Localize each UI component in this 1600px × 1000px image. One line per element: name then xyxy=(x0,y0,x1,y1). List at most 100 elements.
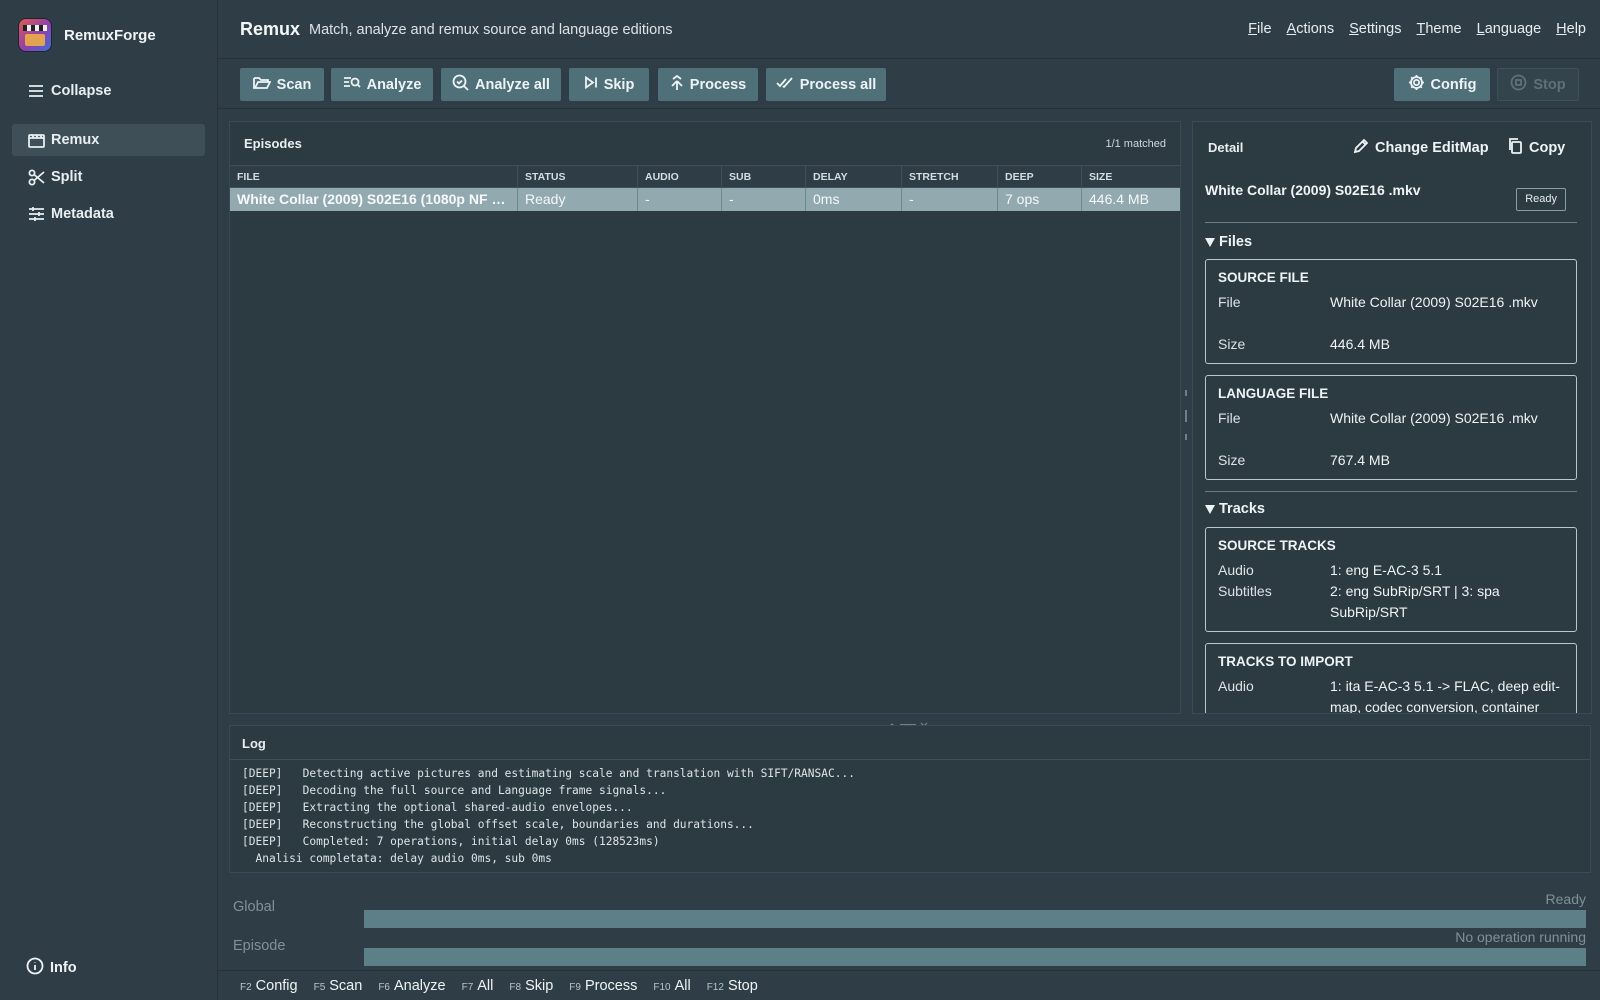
detail-title: Detail xyxy=(1208,140,1244,155)
source-audio-label: Audio xyxy=(1218,562,1254,578)
brand-name: RemuxForge xyxy=(64,26,156,44)
log-line: [DEEP] Decoding the full source and Lang… xyxy=(242,784,667,797)
copy-button[interactable]: Copy xyxy=(1508,138,1565,158)
source-file-label: File xyxy=(1218,294,1241,310)
divider xyxy=(1205,491,1577,492)
process-button[interactable]: Process xyxy=(658,68,758,101)
shortcut-label: Skip xyxy=(525,977,554,994)
shortcut-process[interactable]: F9 Process xyxy=(569,978,637,994)
source-file-value: White Collar (2009) S02E16 .mkv xyxy=(1330,294,1538,310)
shortcut-key: F8 xyxy=(509,981,522,993)
shortcut-analyze[interactable]: F6 Analyze xyxy=(378,978,445,994)
menu-theme[interactable]: Theme xyxy=(1416,21,1461,37)
pencil-icon xyxy=(1353,138,1369,158)
tracks-import-heading: TRACKS TO IMPORT xyxy=(1218,654,1353,669)
shortcut-skip[interactable]: F8 Skip xyxy=(509,978,553,994)
tracks-to-import-card: TRACKS TO IMPORT Audio 1: ita E-AC-3 5.1… xyxy=(1205,643,1577,713)
menu-actions[interactable]: Actions xyxy=(1287,21,1335,37)
shortcut-label: Process xyxy=(584,977,638,994)
sidebar-item-label: Metadata xyxy=(51,206,114,222)
matched-count: 1/1 matched xyxy=(1105,138,1166,150)
analyze-button[interactable]: Analyze xyxy=(331,68,433,101)
shortcut-analyze-all[interactable]: F7 All xyxy=(462,978,494,994)
column-audio[interactable]: AUDIO xyxy=(638,166,722,187)
process-all-label: Process all xyxy=(799,76,877,93)
shortcut-label: Analyze xyxy=(394,977,446,994)
cell-stretch: - xyxy=(902,188,998,211)
process-all-button[interactable]: Process all xyxy=(766,68,886,101)
shortcut-key: F6 xyxy=(378,981,390,993)
analyze-all-button[interactable]: Analyze all xyxy=(441,68,561,101)
files-section-toggle[interactable]: Files xyxy=(1205,234,1252,250)
cell-audio: - xyxy=(638,188,722,211)
log-line: [DEEP] Completed: 7 operations, initial … xyxy=(242,835,660,848)
scan-button[interactable]: Scan xyxy=(240,68,324,101)
triangle-down-icon xyxy=(1205,504,1215,514)
column-sub[interactable]: SUB xyxy=(722,166,806,187)
info-label: Info xyxy=(50,960,77,976)
column-file[interactable]: FILE xyxy=(230,166,518,187)
episode-progress-fill xyxy=(364,948,1586,966)
analyze-all-label: Analyze all xyxy=(475,76,550,93)
sidebar-item-label: Split xyxy=(51,169,83,185)
info-button[interactable]: Info xyxy=(26,957,77,979)
shortcut-stop[interactable]: F12 Stop xyxy=(707,978,758,994)
horizontal-splitter-handle[interactable] xyxy=(885,716,931,728)
column-size[interactable]: SIZE xyxy=(1082,166,1180,187)
shortcut-key: F7 xyxy=(461,981,474,993)
vertical-splitter-handle[interactable] xyxy=(1183,390,1189,440)
tracks-section-toggle[interactable]: Tracks xyxy=(1205,501,1265,517)
sidebar-item-remux[interactable]: Remux xyxy=(12,124,205,156)
skip-button[interactable]: Skip xyxy=(569,68,649,101)
shortcut-config[interactable]: F2 Config xyxy=(240,978,298,994)
cell-sub: - xyxy=(722,188,806,211)
sidebar-item-split[interactable]: Split xyxy=(12,161,205,193)
menu-file[interactable]: File xyxy=(1248,21,1271,37)
shortcut-key: F12 xyxy=(706,981,724,993)
source-file-heading: SOURCE FILE xyxy=(1218,270,1309,285)
log-line: [DEEP] Reconstructing the global offset … xyxy=(242,818,754,831)
stop-button[interactable]: Stop xyxy=(1497,68,1579,101)
shortcut-process-all[interactable]: F10 All xyxy=(653,978,690,994)
collapse-button[interactable]: Collapse xyxy=(12,75,205,107)
change-editmap-button[interactable]: Change EditMap xyxy=(1353,138,1489,158)
column-stretch[interactable]: STRETCH xyxy=(902,166,998,187)
collapse-label: Collapse xyxy=(51,83,112,99)
column-status[interactable]: STATUS xyxy=(518,166,638,187)
config-button[interactable]: Config xyxy=(1394,68,1490,101)
column-deep[interactable]: DEEP xyxy=(998,166,1082,187)
detail-file-name: White Collar (2009) S02E16 .mkv xyxy=(1205,182,1421,198)
shortcut-bar: F2 Config F5 Scan F6 Analyze F7 All F8 Skip F… xyxy=(218,970,1600,1000)
shortcut-scan[interactable]: F5 Scan xyxy=(314,978,363,994)
shortcut-key: F10 xyxy=(653,981,671,993)
source-audio-value: 1: eng E-AC-3 5.1 xyxy=(1330,562,1443,578)
log-output[interactable]: [DEEP] Detecting active pictures and est… xyxy=(230,759,1590,872)
menu-settings[interactable]: Settings xyxy=(1349,21,1401,37)
stop-circle-icon xyxy=(1510,74,1527,95)
episode-progress-status: No operation running xyxy=(1455,929,1586,945)
clapperboard-logo-icon xyxy=(18,18,52,52)
column-delay[interactable]: DELAY xyxy=(806,166,902,187)
merge-icon xyxy=(670,74,684,95)
folder-open-icon xyxy=(252,75,272,94)
scan-label: Scan xyxy=(276,76,312,93)
info-icon xyxy=(26,957,44,979)
detail-panel: Detail Change EditMap Copy White Collar … xyxy=(1192,121,1592,714)
episodes-panel: Episodes 1/1 matched FILE STATUS AUDIO S… xyxy=(229,121,1181,714)
menu-language[interactable]: Language xyxy=(1477,21,1542,37)
cell-status: Ready xyxy=(518,188,638,211)
sidebar-item-metadata[interactable]: Metadata xyxy=(12,198,205,230)
table-row[interactable]: White Collar (2009) S02E16 (1080p NF WEB… xyxy=(230,188,1180,211)
shortcut-label: Stop xyxy=(727,977,758,994)
global-progress-bar xyxy=(364,910,1586,928)
log-line: Analisi completata: delay audio 0ms, sub… xyxy=(242,852,552,865)
menu-help[interactable]: Help xyxy=(1556,21,1586,37)
language-file-card: LANGUAGE FILE File White Collar (2009) S… xyxy=(1205,375,1577,480)
brand: RemuxForge xyxy=(18,18,156,52)
sliders-icon xyxy=(27,205,45,223)
log-title: Log xyxy=(242,736,266,751)
cell-deep: 7 ops xyxy=(998,188,1082,211)
search-list-icon xyxy=(343,75,361,94)
global-progress-status: Ready xyxy=(1545,891,1586,907)
double-check-icon xyxy=(776,76,794,93)
